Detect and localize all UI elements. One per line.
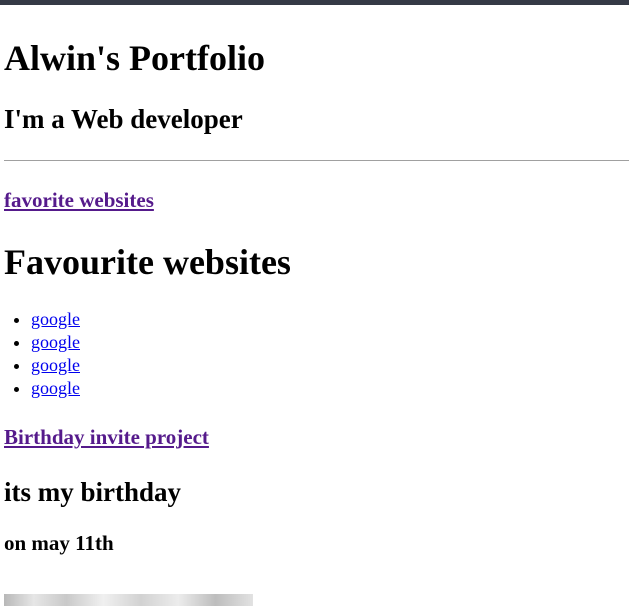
list-item: google [31,331,625,354]
favourite-websites-list: google google google google [4,308,625,400]
google-link[interactable]: google [31,309,80,329]
page-subtitle: I'm a Web developer [4,104,243,134]
birthday-date: on may 11th [4,531,114,555]
list-item: google [31,377,625,400]
list-item: google [31,354,625,377]
google-link[interactable]: google [31,355,80,375]
birthday-invite-link[interactable]: Birthday invite project [4,425,209,449]
page-content: Alwin's Portfolio I'm a Web developer fa… [0,38,629,555]
google-link[interactable]: google [31,332,80,352]
divider [4,160,629,161]
favorite-websites-link[interactable]: favorite websites [4,188,154,212]
favourite-websites-heading: Favourite websites [4,242,291,282]
birthday-image [4,594,253,606]
browser-top-bar [0,0,629,5]
google-link[interactable]: google [31,378,80,398]
list-item: google [31,308,625,331]
birthday-heading: its my birthday [4,477,182,507]
page-title: Alwin's Portfolio [4,38,265,78]
